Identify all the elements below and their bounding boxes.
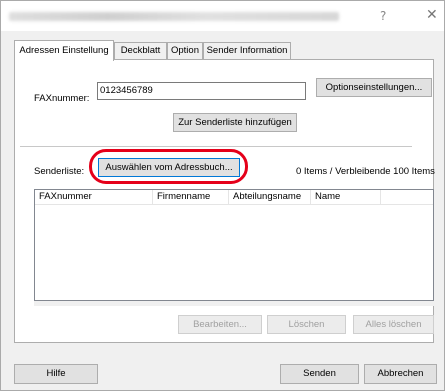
cancel-button[interactable]: Abbrechen [364, 364, 437, 384]
delete-button[interactable]: Löschen [267, 315, 346, 334]
title-bar: ? ✕ [1, 1, 444, 31]
column-faxnummer[interactable]: FAXnummer [35, 190, 153, 204]
select-from-addressbook-button[interactable]: Auswählen vom Adressbuch... [98, 158, 240, 177]
add-to-senderlist-button[interactable]: Zur Senderliste hinzufügen [173, 113, 297, 132]
sender-list[interactable]: FAXnummer Firmenname Abteilungsname Name [34, 189, 434, 301]
senderlist-label: Senderliste: [34, 166, 85, 177]
horizontal-scrollbar[interactable] [34, 301, 434, 306]
delete-all-button[interactable]: Alles löschen [353, 315, 434, 334]
column-firmenname[interactable]: Firmenname [153, 190, 229, 204]
help-icon[interactable]: ? [380, 9, 386, 23]
fax-number-input[interactable]: 0123456789 [97, 82, 306, 100]
options-button[interactable]: Optionseinstellungen... [316, 78, 432, 97]
edit-button[interactable]: Bearbeiten... [178, 315, 262, 334]
tab-sender-information[interactable]: Sender Information [203, 42, 291, 59]
fax-number-label: FAXnummer: [34, 93, 90, 104]
tab-option[interactable]: Option [167, 42, 203, 59]
separator [20, 146, 412, 147]
list-header: FAXnummer Firmenname Abteilungsname Name [35, 190, 433, 205]
tab-deckblatt[interactable]: Deckblatt [114, 42, 167, 59]
column-abteilungsname[interactable]: Abteilungsname [229, 190, 311, 204]
help-button[interactable]: Hilfe [14, 364, 98, 384]
tab-adressen-einstellung[interactable]: Adressen Einstellung [14, 40, 114, 61]
senderlist-status: 0 Items / Verbleibende 100 Items [296, 166, 435, 177]
title-blurred [9, 12, 339, 21]
close-icon[interactable]: ✕ [426, 7, 438, 23]
send-button[interactable]: Senden [280, 364, 359, 384]
column-name[interactable]: Name [311, 190, 381, 204]
